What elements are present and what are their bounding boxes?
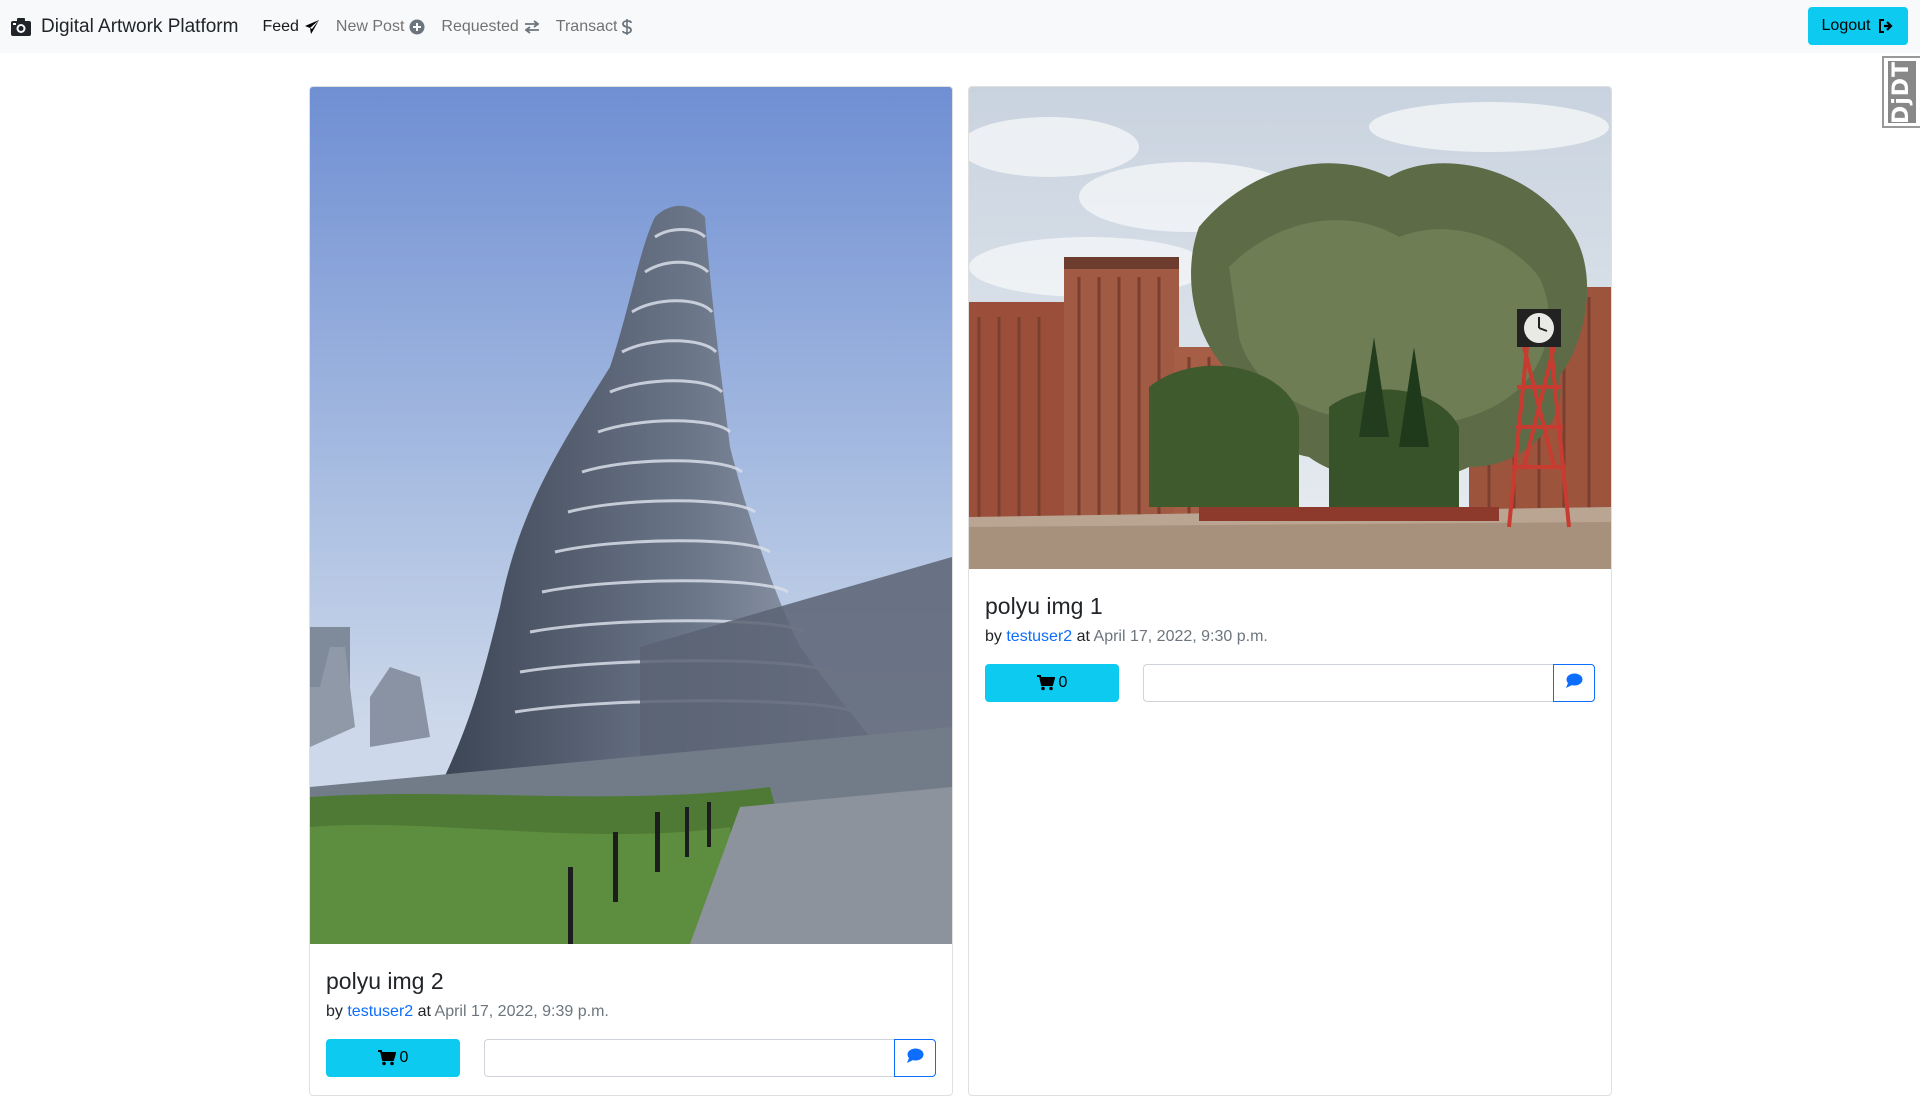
nav-requested[interactable]: Requested	[441, 17, 540, 36]
paper-plane-icon	[304, 19, 320, 35]
cart-icon	[1036, 675, 1055, 691]
at-label: at	[417, 1003, 431, 1020]
comment-input[interactable]	[484, 1039, 894, 1077]
post-card: polyu img 1 by testuser2 at April 17, 20…	[968, 86, 1612, 1096]
by-label: by	[985, 628, 1002, 645]
cart-icon	[377, 1050, 396, 1066]
nav-feed[interactable]: Feed	[262, 18, 319, 36]
nav-new-post[interactable]: New Post	[336, 18, 425, 36]
comment-group	[484, 1039, 936, 1077]
cart-count: 0	[1058, 674, 1068, 691]
exchange-arrows-icon	[524, 19, 540, 34]
logout-button[interactable]: Logout	[1808, 7, 1908, 45]
post-actions: 0	[326, 1039, 936, 1077]
debug-toolbar-label: DjDT	[1889, 60, 1915, 124]
nav-new-post-label: New Post	[335, 17, 405, 35]
cart-count: 0	[399, 1049, 409, 1066]
at-label: at	[1076, 628, 1090, 645]
post-title: polyu img 2	[326, 968, 444, 994]
post-meta: by testuser2 at April 17, 2022, 9:39 p.m…	[326, 1003, 936, 1021]
author-link[interactable]: testuser2	[1006, 628, 1072, 645]
comment-group	[1143, 664, 1595, 702]
add-to-cart-button[interactable]: 0	[985, 664, 1119, 702]
by-label: by	[326, 1003, 343, 1020]
top-navbar: Digital Artwork Platform Feed New Post R…	[0, 0, 1920, 53]
brand-link[interactable]: Digital Artwork Platform	[11, 16, 238, 38]
post-image[interactable]	[969, 87, 1611, 569]
author-link[interactable]: testuser2	[347, 1003, 413, 1020]
comment-icon	[1565, 673, 1583, 693]
nav-feed-label: Feed	[262, 17, 299, 35]
dollar-icon	[622, 18, 633, 35]
post-actions: 0	[985, 664, 1595, 702]
nav-requested-label: Requested	[441, 17, 519, 35]
post-card: polyu img 2 by testuser2 at April 17, 20…	[309, 86, 953, 1096]
logout-label: Logout	[1821, 17, 1871, 34]
plus-circle-icon	[409, 19, 425, 35]
brand-label: Digital Artwork Platform	[41, 15, 239, 37]
comment-submit-button[interactable]	[1553, 664, 1595, 702]
post-card-body: polyu img 2 by testuser2 at April 17, 20…	[310, 944, 952, 1095]
comment-icon	[906, 1048, 924, 1068]
debug-toolbar-handle[interactable]: DjDT	[1882, 56, 1920, 128]
nav-transact[interactable]: Transact	[556, 18, 633, 36]
comment-submit-button[interactable]	[894, 1039, 936, 1077]
comment-input[interactable]	[1143, 664, 1553, 702]
post-meta: by testuser2 at April 17, 2022, 9:30 p.m…	[985, 628, 1595, 646]
post-timestamp: April 17, 2022, 9:30 p.m.	[1093, 628, 1268, 645]
post-card-body: polyu img 1 by testuser2 at April 17, 20…	[969, 569, 1611, 722]
sign-out-icon	[1878, 18, 1894, 34]
add-to-cart-button[interactable]: 0	[326, 1039, 460, 1077]
camera-icon	[11, 17, 31, 36]
nav-transact-label: Transact	[555, 17, 618, 35]
post-timestamp: April 17, 2022, 9:39 p.m.	[434, 1003, 609, 1020]
post-title: polyu img 1	[985, 593, 1103, 619]
post-image[interactable]	[310, 87, 952, 944]
